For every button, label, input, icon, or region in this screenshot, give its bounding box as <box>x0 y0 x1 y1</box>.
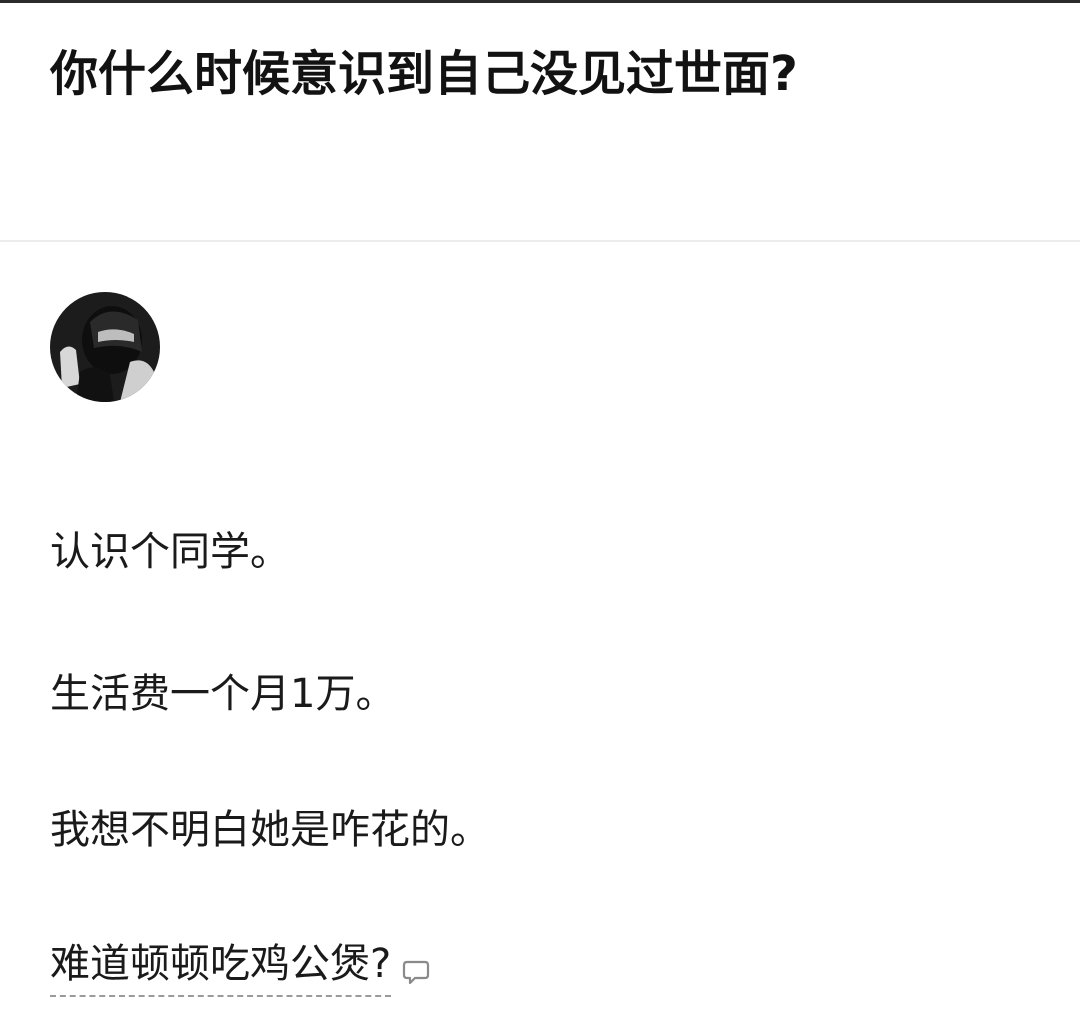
answer-paragraph: 生活费一个月1万。 <box>50 671 396 717</box>
answer-header <box>50 292 1030 402</box>
annotated-text[interactable]: 难道顿顿吃鸡公煲? <box>50 935 392 997</box>
question-title[interactable]: 你什么时候意识到自己没见过世面? <box>50 42 1050 106</box>
avatar-image <box>50 292 160 402</box>
answer-paragraph-annotated: 难道顿顿吃鸡公煲? <box>50 934 431 998</box>
answer-paragraph: 认识个同学。 <box>50 529 290 575</box>
answer-paragraph: 我想不明白她是咋花的。 <box>50 807 490 853</box>
section-divider <box>0 240 1080 242</box>
top-border <box>0 0 1080 3</box>
comment-bubble-icon[interactable] <box>401 957 431 987</box>
avatar[interactable] <box>50 292 160 402</box>
